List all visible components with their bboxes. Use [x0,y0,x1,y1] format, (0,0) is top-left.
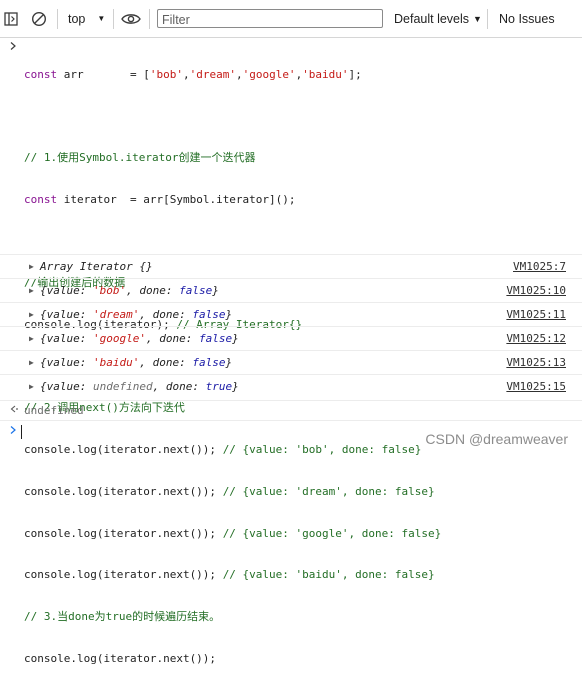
code-comment: // 1.使用Symbol.iterator创建一个迭代器 [24,151,256,165]
issues-label: No Issues [499,11,555,26]
text-caret [21,425,22,439]
expand-triangle-icon[interactable]: ▶ [29,279,34,303]
code-comment: // 3.当done为true的时候遍历结束。 [24,609,221,623]
output-message: {value: 'baidu', done: false} [40,356,233,369]
console-output-row[interactable]: ▶ {value: 'baidu', done: false} VM1025:1… [0,350,582,374]
log-levels-dropdown[interactable]: Default levels ▼ [394,0,482,37]
source-link[interactable]: VM1025:15 [506,375,566,399]
console-output-row[interactable]: ▶ {value: 'dream', done: false} VM1025:1… [0,302,582,326]
toolbar-divider [113,9,114,29]
chevron-down-icon: ▼ [97,14,106,23]
chevron-down-icon: ▼ [473,13,482,24]
toolbar-divider [57,9,58,29]
console-output-row[interactable]: ▶ {value: undefined, done: true} VM1025:… [0,374,582,398]
console-output-row[interactable]: ▶ {value: 'google', done: false} VM1025:… [0,326,582,350]
prompt-arrow-icon [9,41,17,51]
watermark: CSDN @dreamweaver [425,431,568,447]
toolbar-divider [149,9,150,29]
console-toolbar: top ▼ Default levels ▼ No Issues [0,0,582,38]
log-levels-label: Default levels [394,11,470,26]
code-line: console.log(iterator.next()); // {value:… [24,568,435,582]
expand-triangle-icon[interactable]: ▶ [29,327,34,351]
output-message: {value: 'bob', done: false} [40,284,219,297]
code-line: const arr = ['bob','dream','google','bai… [24,67,362,81]
source-link[interactable]: VM1025:11 [506,303,566,327]
toolbar-divider [487,9,488,29]
context-selector[interactable]: top ▼ [68,0,105,37]
eye-icon[interactable] [121,0,141,37]
clear-console-icon[interactable] [31,0,47,37]
sidebar-toggle-icon[interactable] [4,0,18,37]
console-output-row[interactable]: ▶ {value: 'bob', done: false} VM1025:10 [0,278,582,302]
expand-triangle-icon[interactable]: ▶ [29,351,34,375]
source-link[interactable]: VM1025:13 [506,351,566,375]
code-line: console.log(iterator.next()); [24,651,217,665]
context-label: top [68,11,86,26]
expand-triangle-icon[interactable]: ▶ [29,303,34,327]
code-line: console.log(iterator.next()); // {value:… [24,526,442,540]
return-value: undefined [24,404,84,417]
prompt-arrow-icon [9,424,17,436]
source-link[interactable]: VM1025:7 [513,255,566,279]
source-link[interactable]: VM1025:10 [506,279,566,303]
output-message: {value: 'google', done: false} [40,332,239,345]
output-message: {value: 'dream', done: false} [40,308,233,321]
source-link[interactable]: VM1025:12 [506,327,566,351]
output-message: Array Iterator {} [40,260,153,273]
code-line: const iterator = arr[Symbol.iterator](); [24,192,296,206]
output-message: {value: undefined, done: true} [40,380,239,393]
expand-triangle-icon[interactable]: ▶ [29,375,34,399]
return-value-row: undefined [0,400,582,420]
code-line: console.log(iterator.next()); // {value:… [24,484,435,498]
code-line: console.log(iterator.next()); // {value:… [24,443,422,457]
return-arrow-icon [9,403,19,415]
filter-input[interactable] [157,9,383,28]
console-output-row[interactable]: ▶ Array Iterator {} VM1025:7 [0,254,582,278]
issues-button[interactable]: No Issues [499,0,555,37]
expand-triangle-icon[interactable]: ▶ [29,255,34,279]
